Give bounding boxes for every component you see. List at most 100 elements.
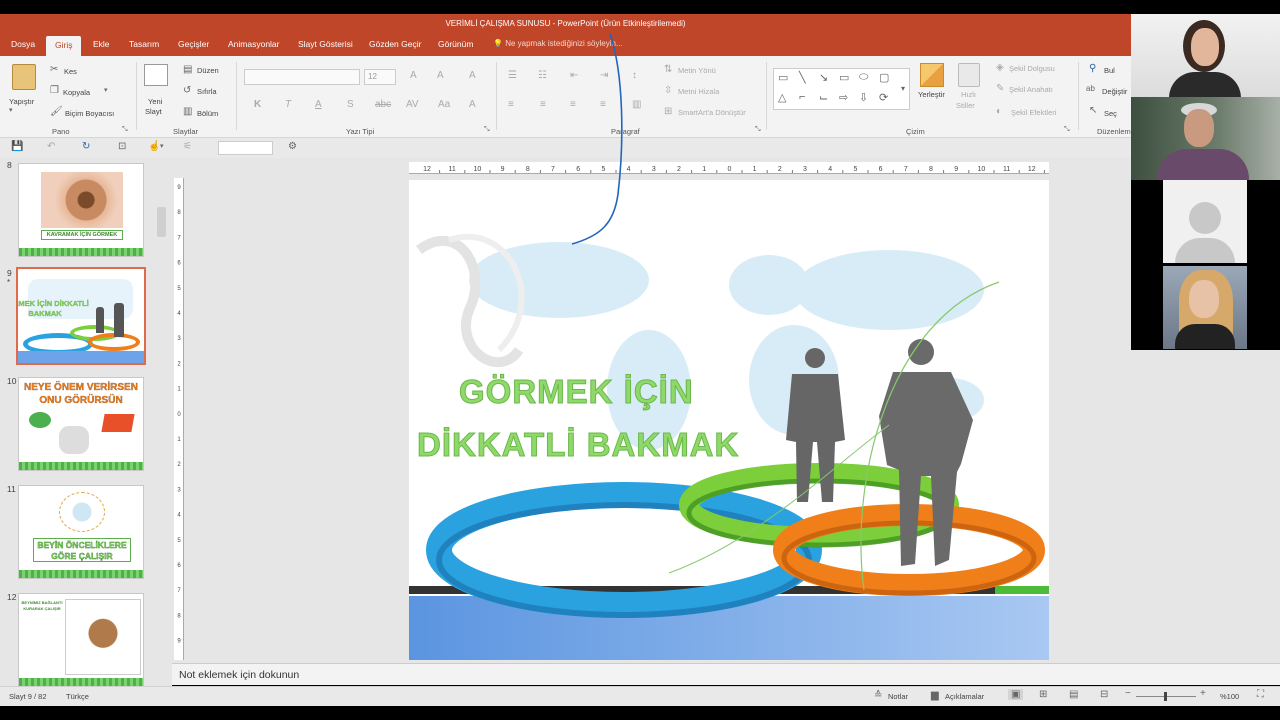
layout-icon[interactable]: ▤ <box>183 64 192 75</box>
align-text-icon[interactable]: ⇳ <box>664 85 672 96</box>
tab-view[interactable]: Görünüm <box>438 39 473 49</box>
triangle-shape-icon[interactable]: △ <box>778 91 786 104</box>
tab-home[interactable]: Giriş <box>46 36 82 56</box>
clear-format-icon[interactable]: A <box>469 70 476 81</box>
participant-video[interactable] <box>1131 14 1280 97</box>
align-text-button[interactable]: Metni Hizala <box>678 87 719 96</box>
dialog-launcher-icon[interactable]: ⤡ <box>122 126 128 134</box>
reset-icon[interactable]: ↺ <box>183 85 191 96</box>
comments-icon[interactable]: ▆ <box>931 690 939 701</box>
italic-icon[interactable]: T <box>285 99 291 110</box>
oval-shape-icon[interactable]: ⬭ <box>859 71 868 84</box>
select-button[interactable]: Seç <box>1104 109 1117 118</box>
shape-fill-button[interactable]: Şekil Dolgusu <box>1009 64 1055 73</box>
shapes-gallery[interactable]: ▭ ╲ ↘ ▭ ⬭ ▢ △ ⌐ ⌙ ⇨ ⇩ ⟳ <box>773 68 910 110</box>
comments-button[interactable]: Açıklamalar <box>945 692 984 701</box>
quick-styles-button[interactable]: Hızlı <box>961 90 976 99</box>
slide-thumbnail[interactable]: NEYE ÖNEM VERİRSEN ONU GÖRÜRSÜN <box>18 377 144 471</box>
search-icon[interactable]: ⚲ <box>1089 63 1096 74</box>
grow-font-icon[interactable]: A <box>410 70 417 81</box>
more-shapes-icon[interactable]: ▾ <box>901 84 905 93</box>
tab-slideshow[interactable]: Slayt Gösterisi <box>298 39 353 49</box>
paste-icon[interactable] <box>12 64 36 90</box>
rectangle-shape-icon[interactable]: ▭ <box>839 71 849 84</box>
quick-styles-label[interactable]: Stiller <box>956 101 975 110</box>
reset-button[interactable]: Sıfırla <box>197 87 217 96</box>
connector-shape-icon[interactable]: ⌐ <box>799 91 805 103</box>
tab-file[interactable]: Dosya <box>11 39 35 49</box>
font-color-icon[interactable]: A <box>469 99 476 110</box>
fit-to-window-icon[interactable]: ⛶ <box>1257 689 1264 700</box>
zoom-slider-thumb[interactable] <box>1164 692 1167 701</box>
textbox-shape-icon[interactable]: ▭ <box>778 71 788 84</box>
notes-icon[interactable]: ≙ <box>874 690 882 701</box>
slide-sorter-icon[interactable]: ⊞ <box>1039 689 1047 700</box>
format-painter-icon[interactable]: 🖌 <box>50 106 63 117</box>
quick-styles-icon[interactable] <box>958 63 980 87</box>
notes-placeholder[interactable]: Not eklemek için dokunun <box>179 669 299 681</box>
normal-view-icon[interactable]: ▣ <box>1008 689 1024 700</box>
zoom-in-icon[interactable]: + <box>1200 688 1206 699</box>
slide-thumbnail[interactable]: BEYNİMİZ BAĞLANTI KURARAK ÇALIŞIR <box>18 593 144 686</box>
smartart-button[interactable]: SmartArt'a Dönüştür <box>678 108 746 117</box>
slide-thumbnail-selected[interactable]: GÖRMEK İÇİN DİKKATLİ BAKMAK <box>16 267 146 365</box>
scissors-icon[interactable]: ✂ <box>50 64 58 75</box>
chevron-down-icon[interactable]: ▾ <box>104 86 108 94</box>
shrink-font-icon[interactable]: A <box>437 70 444 81</box>
undo-icon[interactable]: ↶ <box>47 141 55 152</box>
char-spacing-icon[interactable]: AV <box>406 99 419 110</box>
section-icon[interactable]: ▥ <box>183 106 192 117</box>
cut-button[interactable]: Kes <box>64 67 77 76</box>
zoom-level[interactable]: %100 <box>1220 692 1239 701</box>
reading-view-icon[interactable]: ▤ <box>1069 689 1078 700</box>
align-center-icon[interactable]: ≡ <box>540 99 546 110</box>
columns-icon[interactable]: ▥ <box>632 99 641 110</box>
shadow-icon[interactable]: S <box>347 99 354 110</box>
curve-shape-icon[interactable]: ⟳ <box>879 91 888 104</box>
shape-effects-button[interactable]: Şekil Efektleri <box>1011 108 1056 117</box>
slide-title-line2[interactable]: DİKKATLİ BAKMAK <box>416 426 739 464</box>
cursor-icon[interactable]: ↖ <box>1089 105 1097 116</box>
underline-icon[interactable]: A <box>315 99 322 110</box>
format-painter-button[interactable]: Biçim Boyacısı <box>65 109 114 118</box>
pen-icon[interactable]: ✎ <box>996 83 1004 94</box>
section-button[interactable]: Bölüm <box>197 109 218 118</box>
slide-title-line1[interactable]: GÖRMEK İÇİN <box>459 373 694 411</box>
strikethrough-icon[interactable]: abc <box>375 99 391 110</box>
text-direction-button[interactable]: Metin Yönü <box>678 66 716 75</box>
dialog-launcher-icon[interactable]: ⤡ <box>1064 126 1070 134</box>
touch-mode-icon[interactable]: ☝ <box>148 141 160 152</box>
arrow-shape-icon[interactable]: ↘ <box>819 71 828 84</box>
redo-icon[interactable]: ↻ <box>82 141 90 152</box>
line-shape-icon[interactable]: ╲ <box>799 71 806 84</box>
arrange-button[interactable]: Yerleştir <box>918 90 945 99</box>
down-arrow-shape-icon[interactable]: ⇩ <box>859 91 868 104</box>
qat-dropdown[interactable] <box>218 141 273 155</box>
slide-thumbnail[interactable]: KAVRAMAK İÇİN GÖRMEK <box>18 163 144 257</box>
notes-pane[interactable]: Not eklemek için dokunun <box>172 663 1280 685</box>
effects-icon[interactable]: ◐ <box>996 106 1002 117</box>
slide-thumbnail[interactable]: BEYİN ÖNCELİKLERE GÖRE ÇALIŞIR <box>18 485 144 579</box>
zoom-out-icon[interactable]: − <box>1125 688 1131 699</box>
smartart-icon[interactable]: ⊞ <box>664 106 672 117</box>
new-slide-button[interactable]: Yeni <box>148 97 162 106</box>
new-slide-label[interactable]: Slayt <box>145 107 162 116</box>
copy-icon[interactable]: ❐ <box>50 85 59 96</box>
participant-video[interactable] <box>1131 266 1280 349</box>
new-slide-icon[interactable] <box>144 64 168 86</box>
language-indicator[interactable]: Türkçe <box>66 692 89 701</box>
text-direction-icon[interactable]: ⇅ <box>664 64 672 75</box>
tab-review[interactable]: Gözden Geçir <box>369 39 421 49</box>
font-name-input[interactable] <box>244 69 360 85</box>
numbering-icon[interactable]: ☷ <box>538 70 547 81</box>
participant-video[interactable] <box>1131 97 1280 180</box>
slide-canvas[interactable]: GÖRMEK İÇİN DİKKATLİ BAKMAK <box>409 180 1049 660</box>
align-left-icon[interactable]: ≡ <box>508 99 514 110</box>
tab-animations[interactable]: Animasyonlar <box>228 39 280 49</box>
bold-icon[interactable]: K <box>254 99 261 110</box>
format-icon[interactable]: ⚟ <box>183 141 192 152</box>
elbow-shape-icon[interactable]: ⌙ <box>819 91 828 104</box>
present-icon[interactable]: ⊡ <box>118 141 126 152</box>
notes-button[interactable]: Notlar <box>888 692 908 701</box>
save-icon[interactable]: 💾 <box>11 141 23 152</box>
